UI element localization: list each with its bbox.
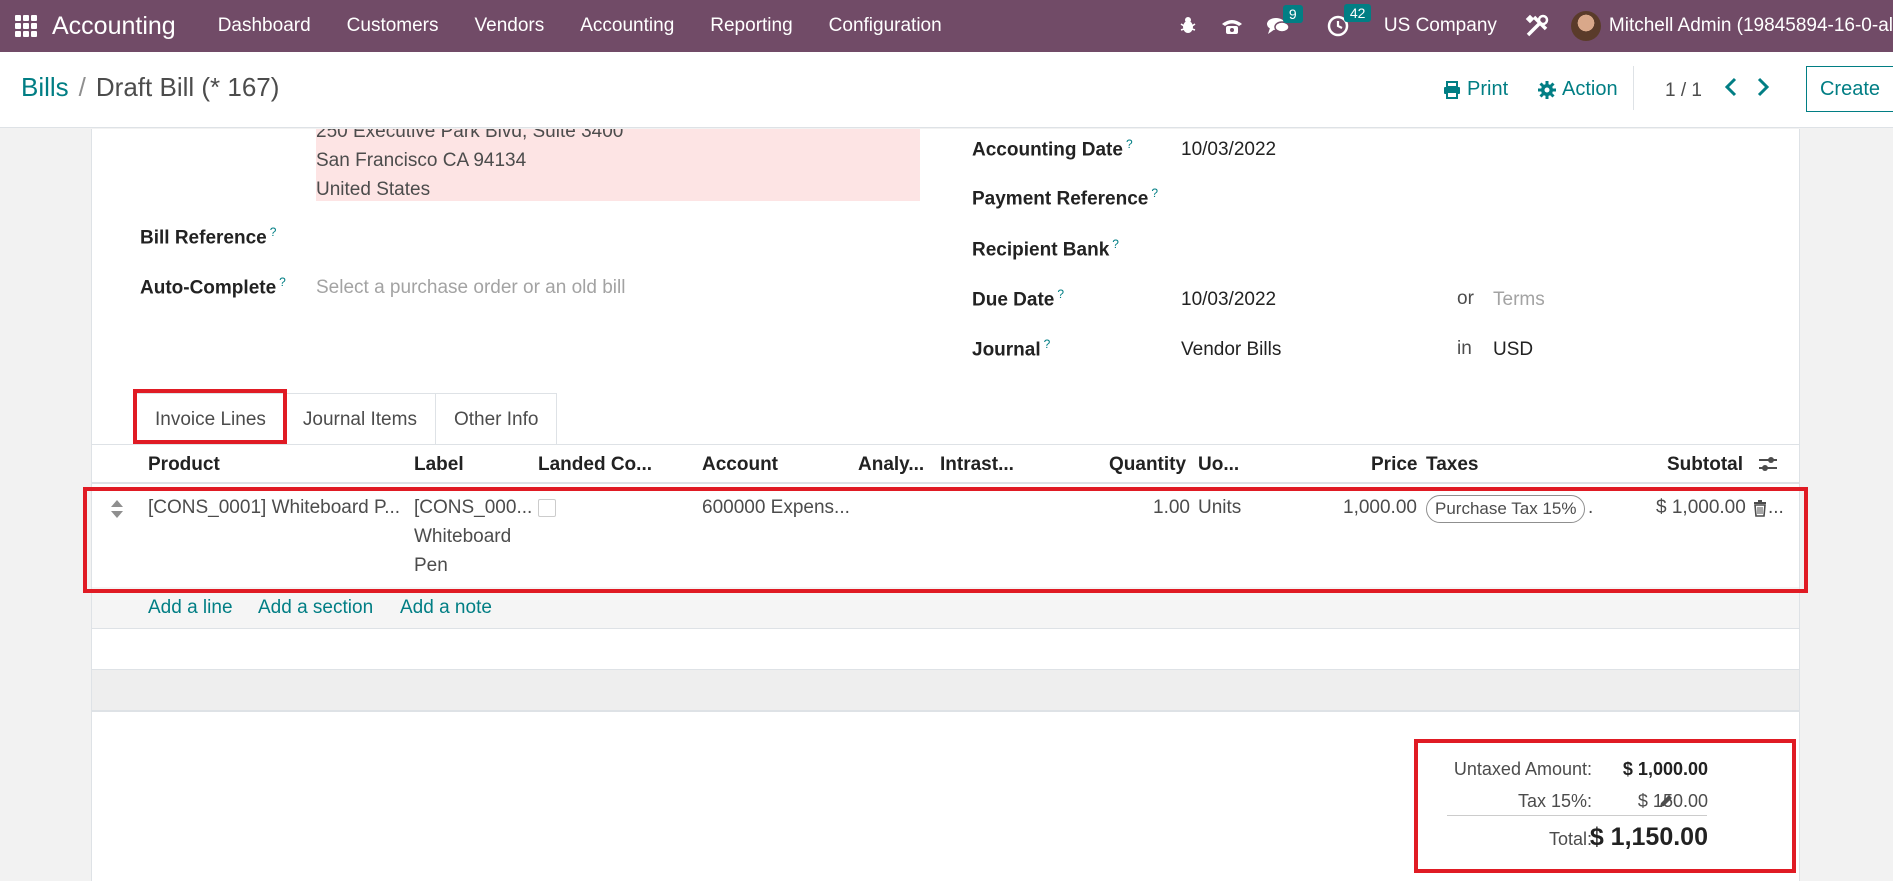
- totals-divider: [1447, 815, 1707, 816]
- column-quantity[interactable]: Quantity: [1109, 454, 1186, 476]
- column-label[interactable]: Label: [414, 454, 464, 476]
- add-line-link[interactable]: Add a line: [148, 597, 233, 619]
- menu-dashboard[interactable]: Dashboard: [200, 0, 329, 52]
- row-label-line-3[interactable]: Pen: [414, 555, 448, 577]
- row-product[interactable]: [CONS_0001] Whiteboard P...: [148, 497, 400, 519]
- untaxed-amount-value: $ 1,000.00: [1622, 759, 1708, 779]
- column-analytic[interactable]: Analy...: [858, 454, 924, 476]
- menu-vendors[interactable]: Vendors: [457, 0, 563, 52]
- row-uom[interactable]: Units: [1198, 497, 1241, 519]
- row-price[interactable]: 1,000.00: [1343, 497, 1417, 519]
- currency-field[interactable]: USD: [1493, 339, 1533, 361]
- total-value: $ 1,150.00: [1589, 823, 1708, 851]
- row-subtotal: $ 1,000.00: [1656, 497, 1746, 518]
- menu-configuration[interactable]: Configuration: [811, 0, 960, 52]
- table-header-divider: [92, 482, 1799, 484]
- column-account[interactable]: Account: [702, 454, 778, 476]
- activities-clock-icon[interactable]: 42: [1327, 4, 1372, 37]
- row-trailing-dots: ...: [1768, 497, 1784, 518]
- company-switcher[interactable]: US Company: [1384, 15, 1497, 37]
- breadcrumb-separator: /: [78, 72, 86, 102]
- column-intrastat[interactable]: Intrast...: [940, 454, 1014, 476]
- tab-invoice-lines[interactable]: Invoice Lines: [136, 393, 285, 445]
- activities-badge: 42: [1343, 4, 1372, 22]
- menu-accounting[interactable]: Accounting: [562, 0, 692, 52]
- messages-badge: 9: [1282, 5, 1303, 23]
- print-button[interactable]: Print: [1443, 78, 1508, 101]
- bill-reference-label: Bill Reference?: [140, 225, 277, 249]
- create-button[interactable]: Create: [1806, 66, 1893, 112]
- breadcrumb-current: Draft Bill (* 167): [95, 72, 280, 102]
- column-taxes[interactable]: Taxes: [1426, 454, 1478, 476]
- auto-complete-label: Auto-Complete?: [140, 275, 286, 299]
- control-panel: Bills / Draft Bill (* 167) Print Action 1 …: [0, 52, 1893, 128]
- form-sheet: 250 Executive Park Blvd, Suite 3400 San …: [91, 129, 1800, 881]
- pager-next-icon[interactable]: [1756, 77, 1770, 103]
- table-footer-row: [92, 670, 1799, 712]
- auto-complete-input[interactable]: Select a purchase order or an old bill: [316, 277, 625, 299]
- tools-icon[interactable]: [1524, 13, 1550, 39]
- gear-icon: [1538, 80, 1556, 99]
- empty-table-row: [92, 629, 1799, 670]
- optional-columns-icon[interactable]: [1758, 455, 1778, 478]
- column-product[interactable]: Product: [148, 454, 220, 476]
- due-date-field[interactable]: 10/03/2022: [1181, 289, 1276, 311]
- payment-reference-label: Payment Reference?: [972, 186, 1159, 210]
- action-button[interactable]: Action: [1538, 78, 1618, 101]
- tabs-divider: [92, 444, 1799, 445]
- accounting-date-field[interactable]: 10/03/2022: [1181, 139, 1276, 161]
- breadcrumb-bills-link[interactable]: Bills: [21, 72, 69, 102]
- top-navbar: Accounting Dashboard Customers Vendors A…: [0, 0, 1893, 52]
- column-uom[interactable]: Uo...: [1198, 454, 1239, 476]
- column-price[interactable]: Price: [1371, 454, 1417, 476]
- menu-reporting[interactable]: Reporting: [692, 0, 810, 52]
- due-date-label: Due Date?: [972, 287, 1065, 311]
- column-landed-costs[interactable]: Landed Co...: [538, 454, 652, 476]
- user-avatar[interactable]: [1570, 11, 1601, 41]
- journal-field[interactable]: Vendor Bills: [1181, 339, 1281, 361]
- in-label: in: [1457, 338, 1472, 359]
- debug-bug-icon[interactable]: [1178, 16, 1198, 36]
- action-label: Action: [1562, 78, 1618, 100]
- payment-terms-input[interactable]: Terms: [1493, 289, 1545, 311]
- print-label: Print: [1467, 78, 1509, 100]
- tab-journal-items[interactable]: Journal Items: [284, 393, 436, 445]
- app-brand[interactable]: Accounting: [52, 12, 176, 41]
- add-section-link[interactable]: Add a section: [258, 597, 373, 619]
- address-line-2: San Francisco CA 94134: [316, 150, 527, 171]
- column-subtotal[interactable]: Subtotal: [1667, 454, 1743, 476]
- or-label: or: [1457, 288, 1474, 309]
- pager-value[interactable]: 1 / 1: [1665, 80, 1702, 102]
- journal-label: Journal?: [972, 337, 1051, 361]
- delete-row-trash-icon[interactable]: [1753, 499, 1767, 522]
- address-line-3: United States: [316, 179, 431, 200]
- notebook-tabs: Invoice Lines Journal Items Other Info: [136, 393, 558, 445]
- tax-value: $ 150.00: [1637, 791, 1708, 811]
- apps-menu-icon[interactable]: [15, 15, 37, 37]
- row-label-line-1[interactable]: [CONS_000...: [414, 497, 532, 519]
- address-line-1: 250 Executive Park Blvd, Suite 3400: [316, 129, 624, 142]
- accounting-date-label: Accounting Date?: [972, 137, 1133, 161]
- user-menu[interactable]: Mitchell Admin (19845894-16-0-al: [1609, 15, 1893, 37]
- tax-tag[interactable]: Purchase Tax 15%: [1426, 495, 1586, 523]
- messages-icon[interactable]: 9: [1266, 5, 1303, 36]
- print-icon: [1444, 80, 1460, 99]
- phone-icon[interactable]: [1220, 16, 1244, 36]
- recipient-bank-label: Recipient Bank?: [972, 237, 1119, 261]
- tax-overflow-dot: .: [1588, 497, 1594, 518]
- tab-other-info[interactable]: Other Info: [435, 393, 558, 445]
- pager-previous-icon[interactable]: [1724, 77, 1738, 103]
- row-quantity[interactable]: 1.00: [1153, 497, 1190, 519]
- breadcrumb: Bills / Draft Bill (* 167): [21, 72, 279, 103]
- control-panel-divider: [1633, 66, 1634, 110]
- row-label-line-2[interactable]: Whiteboard: [414, 526, 511, 548]
- row-account[interactable]: 600000 Expens...: [702, 497, 850, 519]
- drag-handle-icon[interactable]: [110, 499, 124, 519]
- add-note-link[interactable]: Add a note: [400, 597, 492, 619]
- landed-cost-checkbox[interactable]: [538, 499, 556, 517]
- menu-customers[interactable]: Customers: [329, 0, 457, 52]
